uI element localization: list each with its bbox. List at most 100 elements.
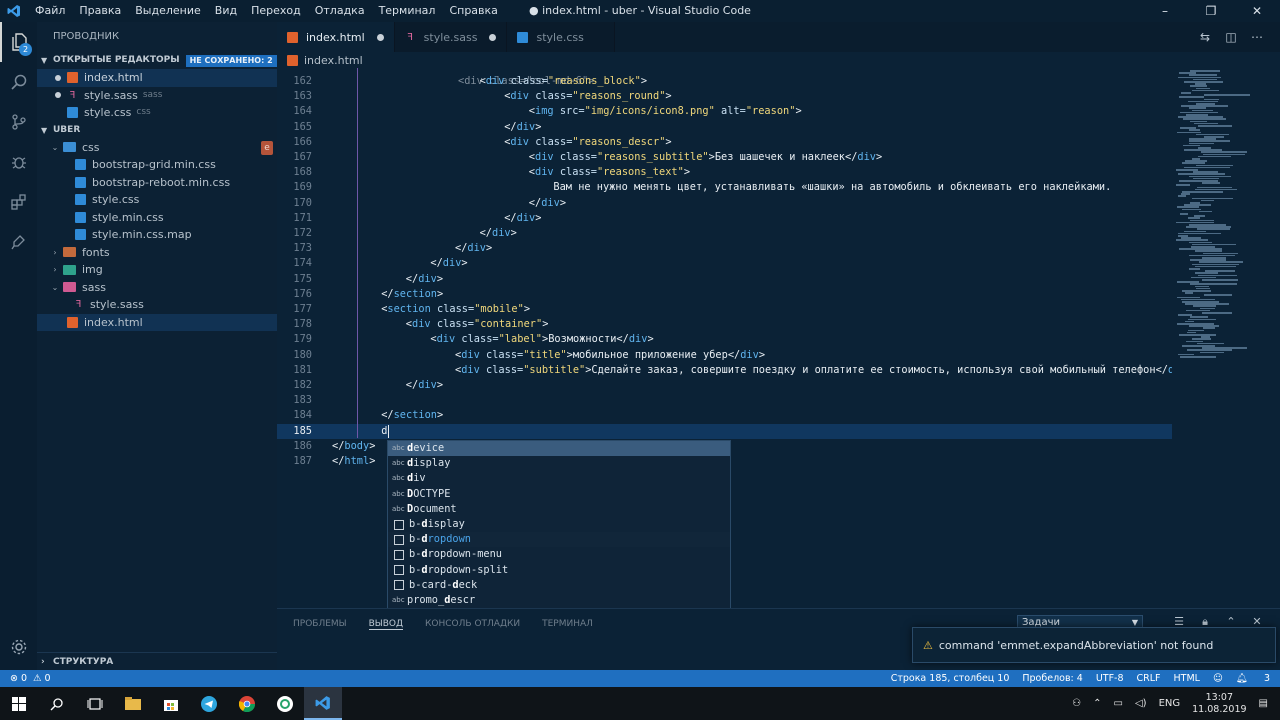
encoding[interactable]: UTF-8 (1096, 673, 1124, 684)
indentation[interactable]: Пробелов: 4 (1022, 673, 1082, 684)
search-icon[interactable] (0, 62, 37, 102)
file-index-html[interactable]: index.html (37, 313, 277, 331)
suggestion-item[interactable]: abc promo_ d escr (388, 593, 730, 608)
notifications-indicator[interactable]: 🔔︎ 3 (1236, 673, 1270, 684)
suggestion-item[interactable]: abc D OCTYPE (388, 487, 730, 502)
action-center-icon[interactable]: ▤ (1259, 698, 1268, 709)
code-line: 166 <div class="reasons_descr"> (277, 135, 1172, 150)
menu-terminal[interactable]: Терминал (372, 0, 443, 22)
folder-css[interactable]: ⌄ css e (37, 139, 277, 157)
tab-style-sass[interactable]: ꟻ style.sass (394, 22, 508, 52)
suggestion-item[interactable]: b-d ropdown-split (388, 563, 730, 578)
project-label: UBER (53, 124, 81, 135)
line-number: 164 (293, 105, 312, 118)
suggestion-item[interactable]: b-d ropdown (388, 532, 730, 548)
suggestion-item[interactable]: b-card-d eck (388, 578, 730, 593)
file-explorer-icon[interactable] (114, 687, 152, 720)
file-bootstrap-reboot[interactable]: bootstrap-reboot.min.css (37, 174, 277, 192)
network-icon[interactable]: ▭ (1114, 698, 1123, 709)
store-icon[interactable] (152, 687, 190, 720)
menu-view[interactable]: Вид (208, 0, 244, 22)
clock[interactable]: 13:07 11.08.2019 (1192, 692, 1246, 716)
open-editor-style-sass[interactable]: ꟻ style.sass sass (37, 87, 277, 105)
menu-debug[interactable]: Отладка (308, 0, 372, 22)
vscode-logo-icon (0, 0, 28, 22)
file-style-sass[interactable]: ꟻ style.sass (37, 296, 277, 314)
close-window-button[interactable]: ✕ (1234, 0, 1280, 22)
telegram-icon[interactable] (190, 687, 228, 720)
unsaved-dot-icon[interactable] (376, 33, 384, 41)
tab-style-css[interactable]: style.css (507, 22, 615, 52)
vscode-taskbar-icon[interactable] (304, 687, 342, 720)
file-style-min-css[interactable]: style.min.css (37, 209, 277, 227)
folder-fonts[interactable]: › fonts (37, 244, 277, 262)
open-editors-section[interactable]: ▼ ОТКРЫТЫЕ РЕДАКТОРЫ НЕ СОХРАНЕНО: 2 (37, 52, 277, 69)
open-editor-style-css[interactable]: style.css css (37, 104, 277, 122)
source-control-icon[interactable] (0, 102, 37, 142)
snippet-icon (394, 519, 404, 530)
file-style-css[interactable]: style.css (37, 191, 277, 209)
tab-output[interactable]: ВЫВОД (368, 619, 404, 630)
gear-icon[interactable] (0, 632, 37, 662)
people-icon[interactable]: ⚇ (1072, 698, 1081, 709)
feedback-icon[interactable]: ☺ (1213, 673, 1223, 684)
split-editor-icon[interactable]: ◫ (1218, 30, 1244, 44)
html-file-icon (67, 316, 78, 328)
code-line: 162 <div class="reasons_block"> (277, 74, 1172, 89)
tab-debug-console[interactable]: КОНСОЛЬ ОТЛАДКИ (425, 619, 520, 629)
problems-indicator[interactable]: ⊗ 0 ⚠ 0 (0, 673, 51, 684)
breadcrumb-file[interactable]: index.html (304, 54, 363, 67)
code-line: 176 </section> (277, 287, 1172, 302)
tab-index-html[interactable]: index.html (277, 22, 395, 52)
minimap[interactable] (1172, 68, 1280, 608)
task-view-icon[interactable] (76, 687, 114, 720)
unsaved-badge: НЕ СОХРАНЕНО: 2 (185, 54, 277, 67)
app-circle-icon[interactable] (266, 687, 304, 720)
suggestion-item[interactable]: abc Document (388, 502, 730, 517)
restore-button[interactable]: ❐ (1188, 0, 1234, 22)
unsaved-dot-icon[interactable] (489, 33, 497, 41)
compare-icon[interactable]: ⇆ (1192, 30, 1218, 44)
suggestion-item[interactable]: abc d evice (388, 441, 730, 457)
code-text: <div class="reasons_subtitle">Без шашече… (528, 151, 883, 163)
chrome-icon[interactable] (228, 687, 266, 720)
menu-file[interactable]: Файл (28, 0, 72, 22)
code-text: </div> (504, 120, 542, 133)
open-editor-index-html[interactable]: index.html (37, 69, 277, 87)
cursor-position[interactable]: Строка 185, столбец 10 (891, 673, 1010, 684)
suggestion-item[interactable]: abc d isplay (388, 456, 730, 471)
taskbar-search-icon[interactable] (38, 687, 76, 720)
explorer-icon[interactable]: 2 (0, 22, 37, 62)
code-line: 182 </div> (277, 378, 1172, 393)
line-ending[interactable]: CRLF (1137, 673, 1161, 684)
structure-section[interactable]: › СТРУКТУРА (37, 652, 277, 670)
minimap-line (1198, 125, 1232, 127)
folder-img[interactable]: › img (37, 261, 277, 279)
more-actions-icon[interactable]: ⋯ (1244, 30, 1270, 44)
suggestion-item[interactable]: b-d ropdown-menu (388, 547, 730, 562)
tab-problems[interactable]: ПРОБЛЕМЫ (293, 619, 347, 629)
language-mode[interactable]: HTML (1174, 673, 1200, 684)
input-language[interactable]: ENG (1159, 698, 1181, 709)
menu-edit[interactable]: Правка (72, 0, 128, 22)
folder-sass[interactable]: ⌄ sass (37, 279, 277, 297)
windows-start-icon[interactable] (0, 687, 38, 720)
menu-go[interactable]: Переход (244, 0, 308, 22)
suggestion-item[interactable]: b-d isplay (388, 517, 730, 532)
minimap-line (1189, 268, 1200, 270)
tray-chevron-up-icon[interactable]: ⌃ (1093, 698, 1101, 709)
debug-icon[interactable] (0, 142, 37, 182)
file-bootstrap-grid[interactable]: bootstrap-grid.min.css (37, 156, 277, 174)
file-style-min-css-map[interactable]: style.min.css.map (37, 226, 277, 244)
suggestion-item[interactable]: abc d iv (388, 471, 730, 486)
project-section[interactable]: ▼ UBER (37, 122, 277, 139)
extensions-icon[interactable] (0, 182, 37, 222)
menu-help[interactable]: Справка (442, 0, 504, 22)
remote-icon[interactable] (0, 222, 37, 262)
notification-toast[interactable]: ⚠ command 'emmet.expandAbbreviation' not… (912, 627, 1276, 663)
menu-selection[interactable]: Выделение (128, 0, 208, 22)
tab-terminal[interactable]: ТЕРМИНАЛ (542, 619, 593, 629)
volume-icon[interactable]: ◁) (1135, 698, 1147, 709)
minimize-button[interactable]: – (1142, 0, 1188, 22)
text-kind-icon: abc (392, 504, 405, 513)
